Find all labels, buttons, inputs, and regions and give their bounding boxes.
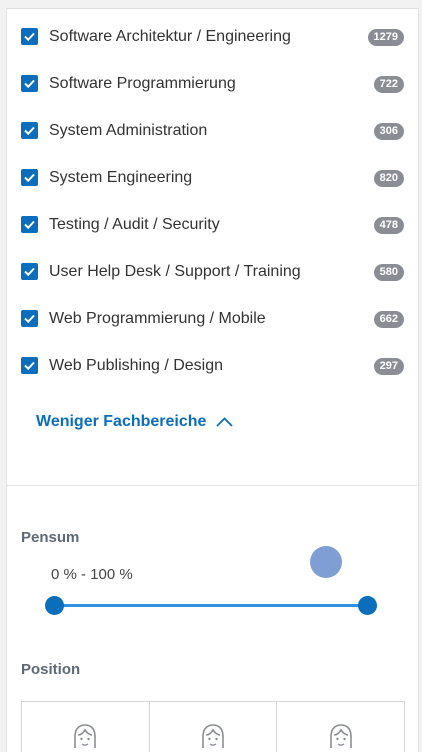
position-option[interactable] bbox=[277, 702, 404, 752]
show-less-link[interactable]: Weniger Fachbereiche bbox=[36, 413, 234, 431]
count-badge: 478 bbox=[373, 217, 404, 234]
count-badge: 297 bbox=[373, 358, 404, 375]
position-title: Position bbox=[21, 661, 81, 678]
filter-item[interactable]: System Administration 306 bbox=[7, 117, 418, 145]
position-option[interactable] bbox=[22, 702, 150, 752]
position-options bbox=[21, 701, 405, 752]
count-badge: 1279 bbox=[367, 29, 404, 46]
checkbox-checked[interactable] bbox=[21, 310, 38, 327]
person-avatar-icon bbox=[202, 724, 224, 748]
chevron-up-icon bbox=[216, 417, 234, 427]
person-avatar-icon bbox=[74, 724, 97, 748]
filter-item[interactable]: Web Publishing / Design 297 bbox=[7, 352, 418, 380]
checkmark-icon bbox=[24, 32, 35, 42]
pensum-title: Pensum bbox=[21, 529, 80, 546]
filter-item[interactable]: System Engineering 820 bbox=[7, 164, 418, 192]
count-badge: 820 bbox=[373, 170, 404, 187]
checkmark-icon bbox=[24, 361, 35, 371]
pensum-slider-track[interactable] bbox=[54, 604, 368, 607]
filter-label: User Help Desk / Support / Training bbox=[49, 263, 301, 280]
position-option[interactable] bbox=[150, 702, 278, 752]
filter-item[interactable]: Web Programmierung / Mobile 662 bbox=[7, 305, 418, 333]
filter-panel: Software Architektur / Engineering 1279 … bbox=[6, 8, 419, 752]
filter-item[interactable]: Testing / Audit / Security 478 bbox=[7, 211, 418, 239]
count-badge: 580 bbox=[373, 264, 404, 281]
checkmark-icon bbox=[24, 314, 35, 324]
filter-label: Web Publishing / Design bbox=[49, 357, 224, 374]
checkbox-checked[interactable] bbox=[21, 263, 38, 280]
filter-label: Testing / Audit / Security bbox=[49, 216, 220, 233]
checkmark-icon bbox=[24, 220, 35, 230]
checkbox-checked[interactable] bbox=[21, 28, 38, 45]
filter-item[interactable]: Software Architektur / Engineering 1279 bbox=[7, 23, 418, 51]
checkbox-checked[interactable] bbox=[21, 357, 38, 374]
filter-label: Web Programmierung / Mobile bbox=[49, 310, 266, 327]
filter-label: System Administration bbox=[49, 122, 208, 139]
count-badge: 722 bbox=[373, 76, 404, 93]
filter-item[interactable]: User Help Desk / Support / Training 580 bbox=[7, 258, 418, 286]
checkbox-checked[interactable] bbox=[21, 216, 38, 233]
show-less-label: Weniger Fachbereiche bbox=[36, 413, 207, 430]
filter-label: Software Programmierung bbox=[49, 75, 236, 92]
pensum-slider-min-handle[interactable] bbox=[45, 596, 64, 615]
checkmark-icon bbox=[24, 267, 35, 277]
checkbox-checked[interactable] bbox=[21, 122, 38, 139]
section-divider bbox=[7, 485, 418, 486]
slider-tooltip-bubble bbox=[310, 546, 342, 578]
checkbox-checked[interactable] bbox=[21, 75, 38, 92]
person-avatar-icon bbox=[329, 724, 352, 748]
count-badge: 662 bbox=[373, 311, 404, 328]
pensum-range-readout: 0 % - 100 % bbox=[51, 566, 133, 583]
filter-item[interactable]: Software Programmierung 722 bbox=[7, 70, 418, 98]
checkmark-icon bbox=[24, 126, 35, 136]
checkbox-checked[interactable] bbox=[21, 169, 38, 186]
count-badge: 306 bbox=[373, 123, 404, 140]
pensum-slider-max-handle[interactable] bbox=[358, 596, 377, 615]
checkmark-icon bbox=[24, 79, 35, 89]
filter-label: Software Architektur / Engineering bbox=[49, 28, 291, 45]
filter-label: System Engineering bbox=[49, 169, 193, 186]
checkmark-icon bbox=[24, 173, 35, 183]
